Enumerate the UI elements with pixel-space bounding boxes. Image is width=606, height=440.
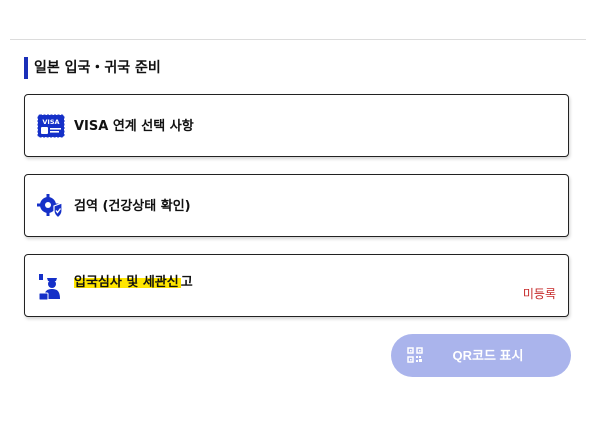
visa-option-card[interactable]: VISA VISA 연계 선택 사항 bbox=[24, 94, 569, 157]
label-text-rest: 고 bbox=[180, 275, 193, 290]
qr-button-label: QR코드 표시 bbox=[452, 348, 524, 363]
section-title: 일본 입국・귀국 준비 bbox=[24, 57, 161, 79]
svg-text:VISA: VISA bbox=[42, 118, 59, 126]
status-unregistered: 미등록 bbox=[522, 287, 556, 301]
top-divider bbox=[10, 39, 586, 40]
quarantine-card[interactable]: 검역 (건강상태 확인) bbox=[24, 174, 569, 237]
highlighted-label-text: 입국심사 및 세관신 bbox=[74, 275, 181, 290]
quarantine-gear-shield-icon bbox=[37, 192, 65, 220]
visa-card-icon: VISA bbox=[37, 112, 65, 140]
visa-option-label: VISA 연계 선택 사항 bbox=[74, 119, 194, 134]
immigration-officer-icon bbox=[37, 271, 65, 301]
immigration-customs-card[interactable]: 입국심사 및 세관신 고 미등록 bbox=[24, 254, 569, 317]
show-qr-code-button[interactable]: QR코드 표시 bbox=[391, 334, 571, 377]
immigration-customs-label: 입국심사 및 세관신 고 bbox=[74, 271, 193, 290]
quarantine-label: 검역 (건강상태 확인) bbox=[74, 199, 191, 214]
